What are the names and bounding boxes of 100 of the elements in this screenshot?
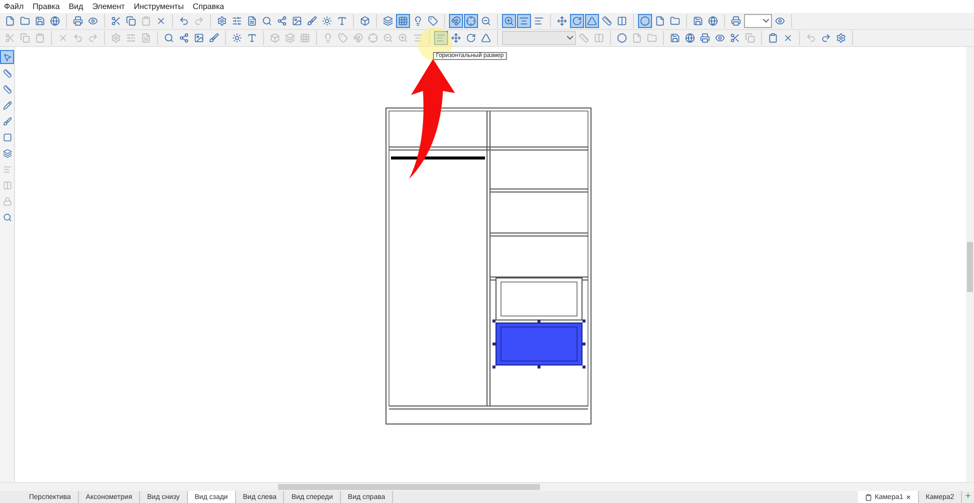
- horizontal-scrollbar[interactable]: [0, 482, 974, 491]
- search-icon: [262, 16, 272, 26]
- move-icon: [557, 16, 567, 26]
- clipboard-icon: [141, 16, 151, 26]
- toolbar-button[interactable]: [48, 14, 62, 28]
- share-icon: [277, 16, 287, 26]
- zoom-in-icon: [504, 16, 514, 26]
- magnet-icon: [353, 33, 363, 43]
- dropdown-field[interactable]: [744, 14, 772, 28]
- toolbar-button[interactable]: [275, 14, 289, 28]
- caret-icon: [763, 19, 769, 23]
- toolbar-button[interactable]: [615, 31, 629, 45]
- toolbar-button[interactable]: [479, 14, 493, 28]
- toolbar-button[interactable]: [683, 31, 697, 45]
- toolbar-button[interactable]: [449, 31, 463, 45]
- toolbar-button[interactable]: [479, 31, 493, 45]
- rotate-icon: [466, 33, 476, 43]
- zoom-out-icon: [383, 33, 393, 43]
- search-icon: [164, 33, 174, 43]
- toolbar-button[interactable]: [215, 14, 229, 28]
- toolbar-button[interactable]: [698, 31, 712, 45]
- toolbar-button[interactable]: [381, 14, 395, 28]
- menu-item[interactable]: Инструменты: [134, 2, 184, 11]
- settings-icon: [111, 33, 121, 43]
- scrollbar-thumb[interactable]: [967, 242, 973, 292]
- zoom-in-icon: [398, 33, 408, 43]
- menu-item[interactable]: Правка: [32, 2, 60, 11]
- toolbar-button[interactable]: [192, 31, 206, 45]
- copy-icon: [745, 33, 755, 43]
- bulb-icon: [323, 33, 333, 43]
- toolbar-button[interactable]: [834, 31, 848, 45]
- redo-icon: [194, 16, 204, 26]
- menu-item[interactable]: Файл: [4, 2, 24, 11]
- tool-button[interactable]: [0, 50, 14, 64]
- sun-icon: [232, 33, 242, 43]
- clipboard-icon: [768, 33, 778, 43]
- toolbar-button[interactable]: [600, 14, 614, 28]
- toolbar-button[interactable]: [464, 14, 478, 28]
- align-left-icon: [436, 33, 446, 43]
- bulb-icon: [413, 16, 423, 26]
- toolbar-button[interactable]: [517, 14, 531, 28]
- folder-icon: [647, 33, 657, 43]
- toolbar-button[interactable]: [668, 31, 682, 45]
- ruler-icon: [579, 33, 589, 43]
- vertical-scrollbar[interactable]: [966, 47, 974, 482]
- toolbar-button[interactable]: [449, 14, 463, 28]
- toolbar-button[interactable]: [570, 14, 584, 28]
- toolbar-button[interactable]: [207, 31, 221, 45]
- grid-icon: [300, 33, 310, 43]
- square-icon: [2, 132, 12, 142]
- toolbar-button[interactable]: [706, 14, 720, 28]
- folder-icon: [20, 16, 30, 26]
- toolbar-button[interactable]: [230, 14, 244, 28]
- toolbar-button[interactable]: [396, 14, 410, 28]
- delete-icon: [58, 33, 68, 43]
- menu-item[interactable]: Элемент: [92, 2, 125, 11]
- folder-icon: [670, 16, 680, 26]
- image-icon: [292, 16, 302, 26]
- brush-icon: [307, 16, 317, 26]
- triangle-icon: [481, 33, 491, 43]
- toolbar-button[interactable]: [585, 14, 599, 28]
- toolbar-button[interactable]: [71, 14, 85, 28]
- align-center-icon: [413, 33, 423, 43]
- toolbar-button[interactable]: [305, 14, 319, 28]
- scrollbar-thumb[interactable]: [278, 484, 540, 490]
- toolbar-button[interactable]: [230, 31, 244, 45]
- toolbar-button[interactable]: [290, 14, 304, 28]
- triangle-icon: [587, 16, 597, 26]
- toolbar-button[interactable]: [33, 14, 47, 28]
- save-icon: [670, 33, 680, 43]
- toolbar-button[interactable]: [124, 14, 138, 28]
- toolbar-button[interactable]: [729, 14, 743, 28]
- toolbar-button[interactable]: [691, 14, 705, 28]
- printer-icon: [73, 16, 83, 26]
- menu-item[interactable]: Справка: [192, 2, 224, 11]
- toolbar-button[interactable]: [555, 14, 569, 28]
- toolbar-button[interactable]: [358, 14, 372, 28]
- sliders-icon: [126, 33, 136, 43]
- toolbar-button[interactable]: [162, 31, 176, 45]
- save-icon: [35, 16, 45, 26]
- delete-icon: [156, 16, 166, 26]
- toolbar-button[interactable]: [260, 14, 274, 28]
- toolbar-button[interactable]: [177, 31, 191, 45]
- toolbar-button[interactable]: [320, 14, 334, 28]
- globe-icon: [685, 33, 695, 43]
- menu-item[interactable]: Вид: [68, 2, 84, 11]
- brush-icon: [209, 33, 219, 43]
- toolbar-button[interactable]: [464, 31, 478, 45]
- close-icon[interactable]: ×: [906, 492, 911, 502]
- lock-icon: [2, 196, 12, 206]
- toolbar-button[interactable]: [615, 14, 629, 28]
- toolbar-button[interactable]: [18, 14, 32, 28]
- toolbar-button[interactable]: [638, 14, 652, 28]
- align-left-icon: [534, 16, 544, 26]
- cube-icon: [360, 16, 370, 26]
- toolbar-button[interactable]: [426, 14, 440, 28]
- toolbar-button[interactable]: [668, 14, 682, 28]
- delete-icon: [783, 33, 793, 43]
- layers-icon: [383, 16, 393, 26]
- toolbar-button[interactable]: [502, 14, 516, 28]
